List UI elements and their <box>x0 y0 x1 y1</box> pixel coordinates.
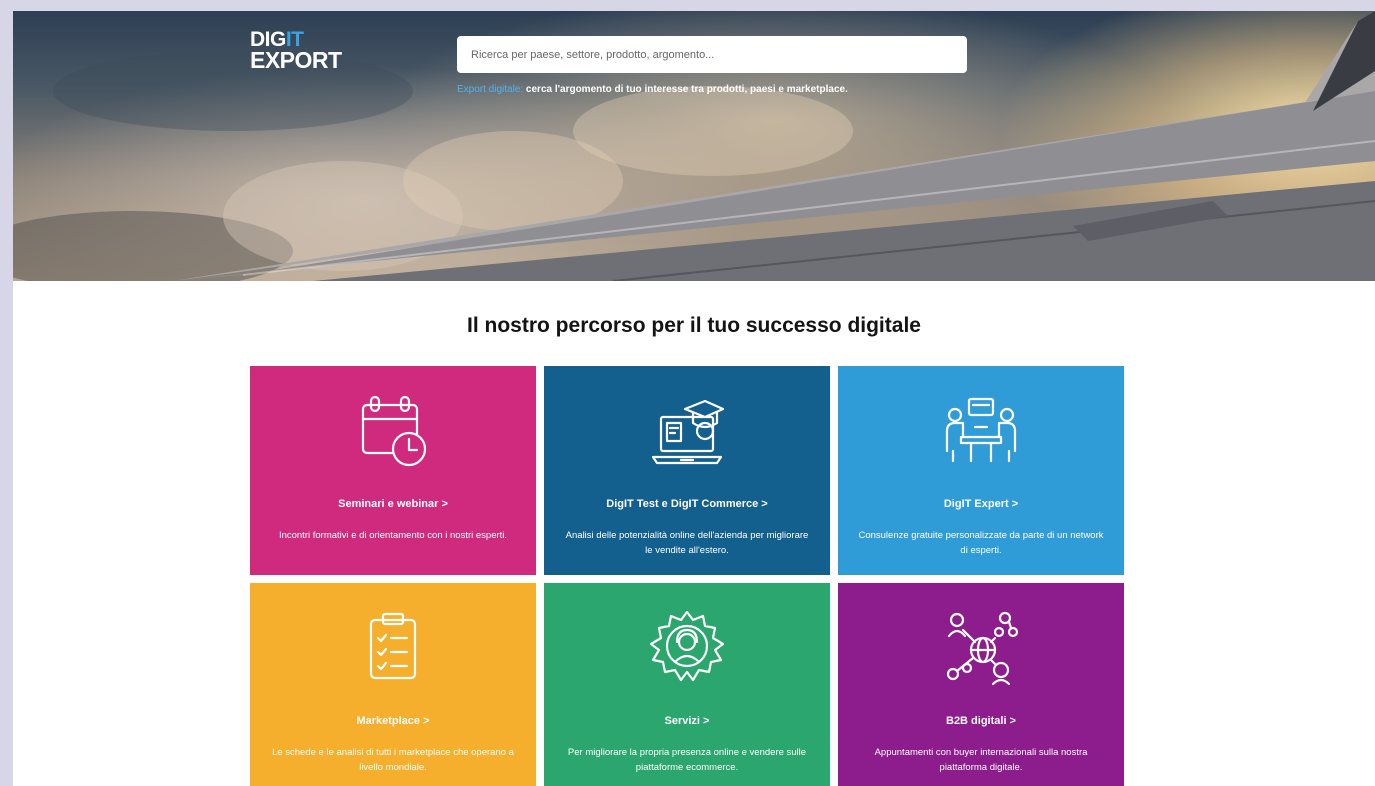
search-hint-lead: Export digitale: <box>457 84 524 95</box>
card-marketplace[interactable]: Marketplace > Le schede e le analisi di … <box>250 583 536 786</box>
card-digit-test-commerce[interactable]: DigIT Test e DigIT Commerce > Analisi de… <box>544 366 830 575</box>
card-title: Seminari e webinar > <box>338 498 448 510</box>
page: DIGIT EXPORT Export digitale: cerca l'ar… <box>13 11 1375 786</box>
card-title: DigIT Expert > <box>943 498 1019 510</box>
meeting-table-icon <box>945 397 1017 463</box>
card-description: Le schede e le analisi di tutti i market… <box>272 747 514 773</box>
card-title: Servizi > <box>664 715 710 727</box>
card-description: Per migliorare la propria presenza onlin… <box>567 747 807 773</box>
search-hint-text: cerca l'argomento di tuo interesse tra p… <box>523 84 848 95</box>
card-description: Analisi delle potenzialità online dell'a… <box>565 530 809 556</box>
search-input[interactable] <box>469 35 955 74</box>
logo-text-export: EXPORT <box>250 47 342 73</box>
section-title: Il nostro percorso per il tuo successo d… <box>467 314 921 337</box>
card-seminari-webinar[interactable]: Seminari e webinar > Incontri formativi … <box>250 366 536 575</box>
card-title: DigIT Test e DigIT Commerce > <box>606 498 768 510</box>
card-digit-expert[interactable]: DigIT Expert > Consulenze gratuite perso… <box>838 366 1124 575</box>
card-b2b-digitali[interactable]: B2B digitali > Appuntamenti con buyer in… <box>838 583 1124 786</box>
global-network-icon <box>946 611 1019 686</box>
card-title: Marketplace > <box>356 715 430 727</box>
card-description: Appuntamenti con buyer internazionali su… <box>874 747 1088 773</box>
card-description: Consulenze gratuite personalizzate da pa… <box>858 530 1104 556</box>
calendar-clock-icon <box>361 395 427 467</box>
checklist-icon <box>369 612 417 680</box>
search-box <box>457 35 967 74</box>
gear-headset-icon <box>649 610 725 682</box>
laptop-graduation-icon <box>651 399 725 465</box>
card-title: B2B digitali > <box>946 715 1016 727</box>
services-grid: Seminari e webinar > Incontri formativi … <box>250 366 1124 786</box>
card-description: Incontri formativi e di orientamento con… <box>278 530 508 541</box>
card-servizi[interactable]: Servizi > Per migliorare la propria pres… <box>544 583 830 786</box>
search-hint: Export digitale: cerca l'argomento di tu… <box>457 84 848 95</box>
hero-banner: DIGIT EXPORT Export digitale: cerca l'ar… <box>13 11 1375 281</box>
digit-export-logo[interactable]: DIGIT EXPORT <box>250 29 342 73</box>
